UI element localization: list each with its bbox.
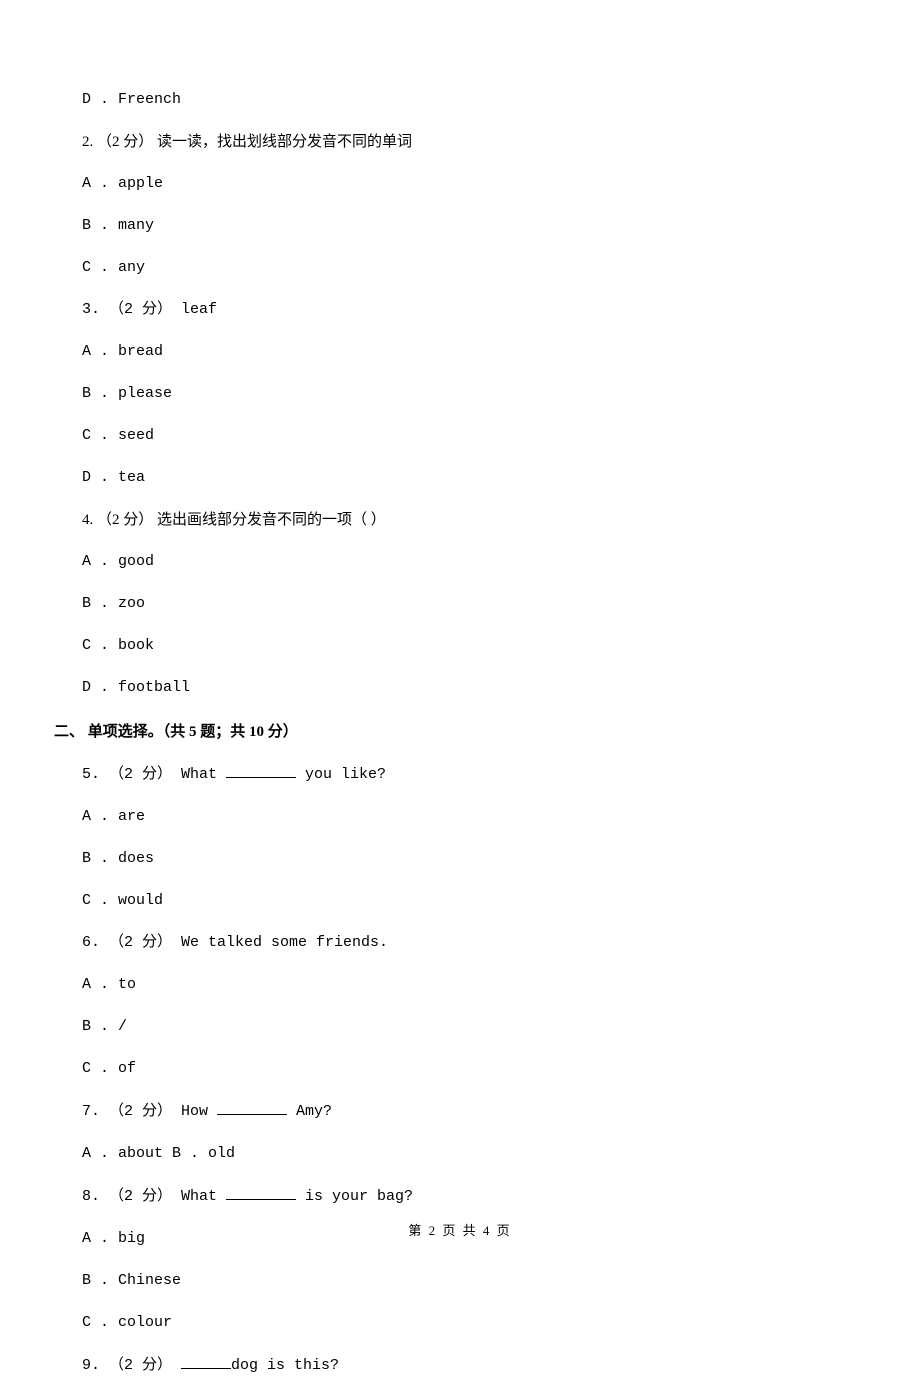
q8-post: is your bag?: [296, 1188, 413, 1205]
q2-text: 2. （2 分） 读一读，找出划线部分发音不同的单词: [82, 130, 838, 154]
q8-option-b: B . Chinese: [82, 1269, 838, 1293]
q9-text: 9. （2 分） dog is this?: [82, 1353, 838, 1378]
q8-pre: 8. （2 分） What: [82, 1188, 226, 1205]
q9-blank: [181, 1353, 231, 1369]
q4-option-a: A . good: [82, 550, 838, 574]
q7-options: A . about B . old: [82, 1142, 838, 1166]
q7-pre: 7. （2 分） How: [82, 1103, 217, 1120]
q1-option-d: D . Freench: [82, 88, 838, 112]
q9-post: dog is this?: [231, 1357, 339, 1374]
q7-blank: [217, 1099, 287, 1115]
q5-pre: 5. （2 分） What: [82, 766, 226, 783]
q6-option-c: C . of: [82, 1057, 838, 1081]
q8-blank: [226, 1184, 296, 1200]
q8-option-c: C . colour: [82, 1311, 838, 1335]
q4-option-d: D . football: [82, 676, 838, 700]
q4-text: 4. （2 分） 选出画线部分发音不同的一项（ ）: [82, 508, 838, 532]
q3-option-a: A . bread: [82, 340, 838, 364]
q5-option-a: A . are: [82, 805, 838, 829]
q9-pre: 9. （2 分）: [82, 1357, 181, 1374]
q5-option-c: C . would: [82, 889, 838, 913]
q5-blank: [226, 762, 296, 778]
q7-post: Amy?: [287, 1103, 332, 1120]
q5-option-b: B . does: [82, 847, 838, 871]
q8-text: 8. （2 分） What is your bag?: [82, 1184, 838, 1209]
q2-option-b: B . many: [82, 214, 838, 238]
q2-option-a: A . apple: [82, 172, 838, 196]
q3-text: 3. （2 分） leaf: [82, 298, 838, 322]
q6-option-b: B . /: [82, 1015, 838, 1039]
q7-text: 7. （2 分） How Amy?: [82, 1099, 838, 1124]
q4-option-c: C . book: [82, 634, 838, 658]
q6-option-a: A . to: [82, 973, 838, 997]
q4-option-b: B . zoo: [82, 592, 838, 616]
q5-text: 5. （2 分） What you like?: [82, 762, 838, 787]
q3-option-b: B . please: [82, 382, 838, 406]
q5-post: you like?: [296, 766, 386, 783]
q2-option-c: C . any: [82, 256, 838, 280]
section-2-header: 二、 单项选择。（共 5 题；共 10 分）: [54, 720, 838, 744]
q6-text: 6. （2 分） We talked some friends.: [82, 931, 838, 955]
page-footer: 第 2 页 共 4 页: [0, 1221, 920, 1242]
q3-option-d: D . tea: [82, 466, 838, 490]
q3-option-c: C . seed: [82, 424, 838, 448]
